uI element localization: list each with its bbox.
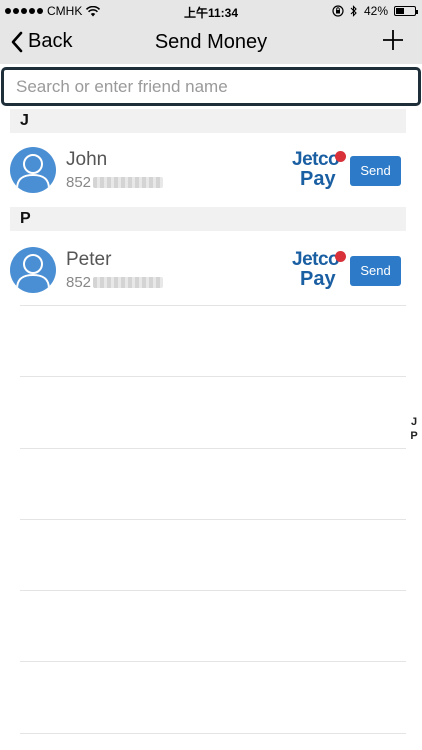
avatar — [10, 147, 56, 193]
jetco-badge-icon — [335, 251, 346, 262]
avatar — [10, 247, 56, 293]
phone-prefix: 852 — [66, 174, 92, 191]
list-divider — [20, 448, 406, 449]
navigation-bar: Back Send Money — [0, 22, 422, 64]
contact-row-peter[interactable]: Peter 852 Jetco Pay Send — [0, 235, 422, 305]
list-divider — [20, 305, 406, 306]
jetco-logo-bottom: Pay — [300, 268, 336, 290]
status-right: 42% — [332, 4, 418, 18]
phone-prefix: 852 — [66, 274, 92, 291]
jetco-pay-logo: Jetco Pay — [292, 249, 348, 291]
search-input[interactable] — [1, 67, 421, 106]
section-header-j: J — [10, 109, 406, 133]
list-divider — [20, 519, 406, 520]
list-divider — [20, 661, 406, 662]
person-icon — [16, 154, 50, 190]
send-button[interactable]: Send — [350, 256, 401, 286]
section-index: J P — [408, 415, 420, 443]
list-divider — [20, 376, 406, 377]
list-divider — [20, 733, 406, 734]
search-container — [0, 64, 422, 109]
battery-percent: 42% — [363, 4, 388, 18]
person-icon — [16, 254, 50, 290]
send-money-screen: CMHK 上午11:34 42% Back Send Money Search … — [0, 0, 422, 750]
plus-icon[interactable] — [380, 27, 406, 53]
section-header-p: P — [10, 207, 406, 231]
list-divider — [20, 590, 406, 591]
status-bar: CMHK 上午11:34 42% — [0, 0, 422, 22]
bluetooth-icon — [350, 5, 357, 17]
contact-row-john[interactable]: John 852 Jetco Pay Send — [0, 135, 422, 205]
page-title: Send Money — [154, 31, 268, 53]
jetco-logo-bottom: Pay — [300, 168, 336, 190]
contact-phone: 852 — [66, 274, 164, 291]
phone-redacted — [93, 177, 164, 188]
jetco-pay-logo: Jetco Pay — [292, 149, 348, 191]
index-letter-p[interactable]: P — [408, 429, 420, 443]
lock-rotation-icon — [332, 5, 344, 17]
jetco-badge-icon — [335, 151, 346, 162]
contact-name: John — [66, 149, 108, 170]
contact-name: Peter — [66, 249, 112, 270]
battery-icon — [394, 6, 418, 16]
send-button[interactable]: Send — [350, 156, 401, 186]
index-letter-j[interactable]: J — [408, 415, 420, 429]
contact-phone: 852 — [66, 174, 164, 191]
phone-redacted — [93, 277, 164, 288]
